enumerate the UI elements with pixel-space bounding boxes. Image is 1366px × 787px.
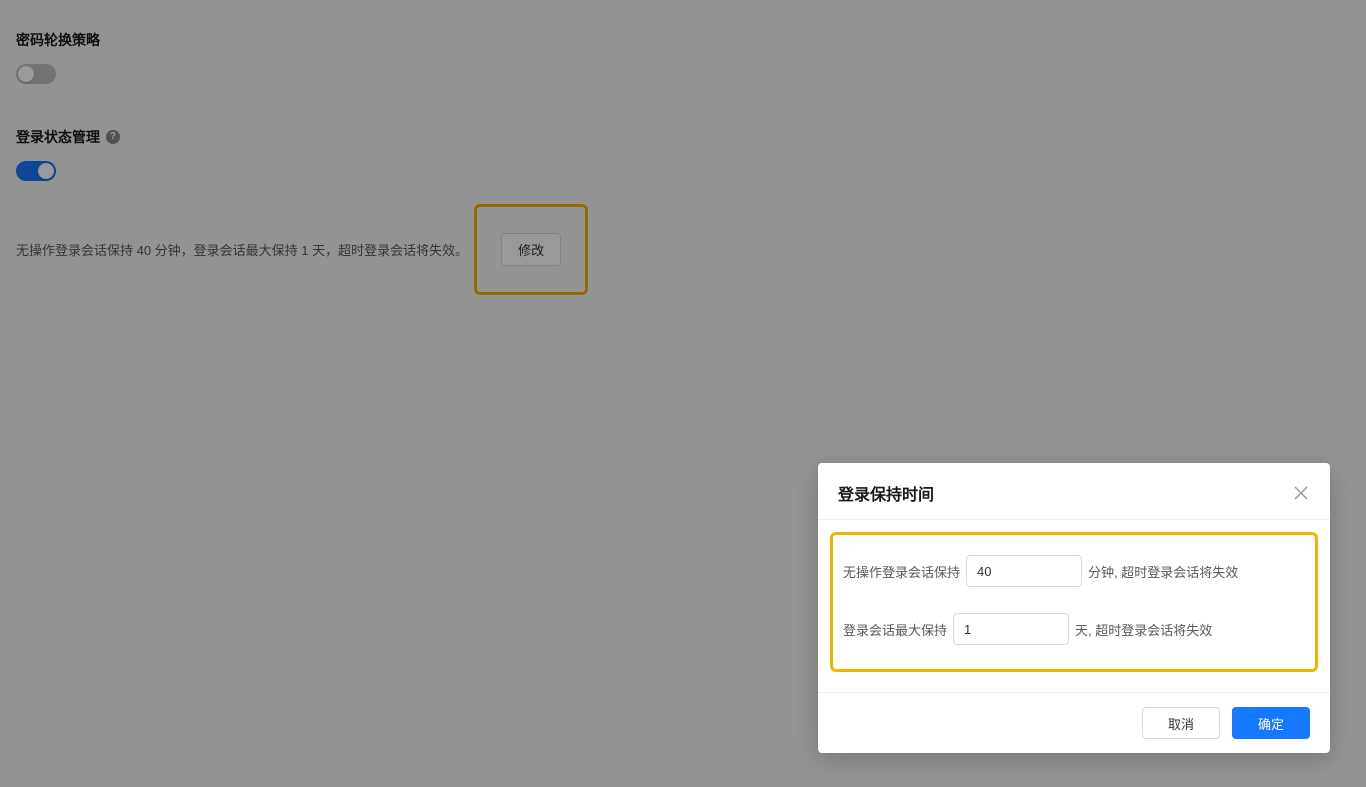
max-duration-prefix: 登录会话最大保持 [843, 620, 947, 639]
login-duration-modal: 登录保持时间 无操作登录会话保持 分钟, 超时登录会话将失效 登录会话最大保持 … [818, 463, 1330, 753]
idle-timeout-suffix: 分钟, 超时登录会话将失效 [1088, 562, 1238, 581]
max-duration-input[interactable] [953, 613, 1069, 645]
close-button[interactable] [1292, 484, 1310, 502]
idle-timeout-row: 无操作登录会话保持 分钟, 超时登录会话将失效 [843, 555, 1305, 587]
modal-footer: 取消 确定 [818, 692, 1330, 753]
fields-highlight: 无操作登录会话保持 分钟, 超时登录会话将失效 登录会话最大保持 天, 超时登录… [830, 532, 1318, 672]
close-icon [1293, 485, 1309, 501]
modal-body: 无操作登录会话保持 分钟, 超时登录会话将失效 登录会话最大保持 天, 超时登录… [818, 520, 1330, 692]
idle-timeout-prefix: 无操作登录会话保持 [843, 562, 960, 581]
max-duration-suffix: 天, 超时登录会话将失效 [1075, 620, 1212, 639]
modal-header: 登录保持时间 [818, 463, 1330, 520]
cancel-button[interactable]: 取消 [1142, 707, 1220, 739]
idle-timeout-input[interactable] [966, 555, 1082, 587]
modal-title: 登录保持时间 [838, 481, 934, 505]
max-duration-row: 登录会话最大保持 天, 超时登录会话将失效 [843, 613, 1305, 645]
confirm-button[interactable]: 确定 [1232, 707, 1310, 739]
